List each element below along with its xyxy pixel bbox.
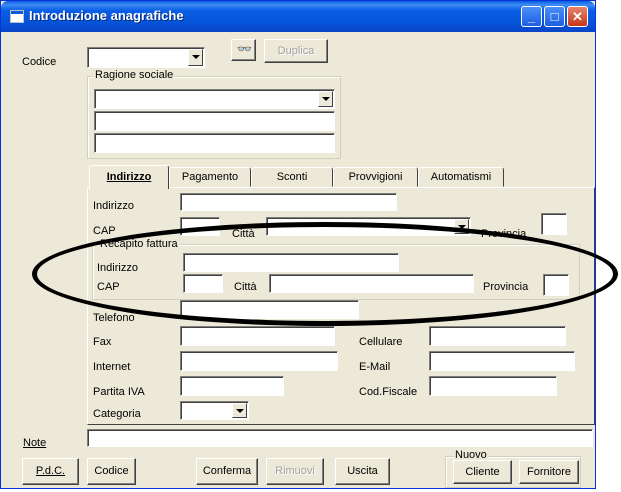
maximize-icon: □ xyxy=(550,9,559,24)
tab-pagamento-label: Pagamento xyxy=(181,171,239,183)
tab-indirizzo[interactable]: Indirizzo xyxy=(89,165,169,189)
recapito-cap-input[interactable] xyxy=(183,274,223,293)
recapito-citta-label: Città xyxy=(234,281,257,293)
categoria-combobox[interactable] xyxy=(180,401,249,420)
partita-iva-label: Partita IVA xyxy=(93,386,145,398)
cap-input[interactable] xyxy=(180,217,220,236)
uscita-button[interactable]: Uscita xyxy=(335,458,390,485)
recapito-indirizzo-input[interactable] xyxy=(183,253,399,272)
duplica-button[interactable]: Duplica xyxy=(264,39,328,63)
tab-pagamento[interactable]: Pagamento xyxy=(169,167,251,187)
window-title: Introduzione anagrafiche xyxy=(29,8,184,23)
close-icon: ✕ xyxy=(572,9,583,24)
email-label: E-Mail xyxy=(359,361,391,373)
codice-combobox[interactable] xyxy=(87,47,205,68)
codice-button[interactable]: Codice xyxy=(87,458,136,485)
ragione-sociale-line2[interactable] xyxy=(94,111,335,131)
provincia-input[interactable] xyxy=(541,213,567,235)
codice-label: Codice xyxy=(22,56,57,68)
pdc-label: P.d.C. xyxy=(35,465,66,477)
ragione-sociale-combobox[interactable] xyxy=(94,89,335,109)
cod-fiscale-input[interactable] xyxy=(429,376,557,396)
indirizzo-input[interactable] xyxy=(180,193,397,211)
tab-sconti-label: Sconti xyxy=(276,171,308,183)
recapito-indirizzo-label: Indirizzo xyxy=(97,262,138,274)
fax-input[interactable] xyxy=(180,326,335,346)
search-button[interactable]: 👓 xyxy=(231,39,256,61)
tab-automatismi-label: Automatismi xyxy=(430,171,492,183)
citta-label: Città xyxy=(232,228,255,240)
cellulare-input[interactable] xyxy=(429,326,566,346)
chevron-down-icon[interactable] xyxy=(232,403,247,418)
internet-input[interactable] xyxy=(180,351,338,371)
app-icon xyxy=(10,10,24,23)
note-input[interactable] xyxy=(87,429,593,447)
close-button[interactable]: ✕ xyxy=(567,6,588,27)
ragione-sociale-label: Ragione sociale xyxy=(94,69,175,81)
chevron-down-icon[interactable] xyxy=(188,49,203,66)
cliente-label: Cliente xyxy=(465,466,500,478)
chevron-down-icon[interactable] xyxy=(454,219,469,234)
pdc-button[interactable]: P.d.C. xyxy=(22,458,79,485)
email-input[interactable] xyxy=(429,351,575,371)
recapito-provincia-input[interactable] xyxy=(543,274,569,296)
tab-sconti[interactable]: Sconti xyxy=(251,167,333,187)
rimuovi-label: Rimuovi xyxy=(275,465,315,477)
cellulare-label: Cellulare xyxy=(359,336,403,348)
duplica-text: Duplica xyxy=(277,45,315,57)
tab-automatismi[interactable]: Automatismi xyxy=(418,167,504,187)
categoria-label: Categoria xyxy=(93,408,141,420)
conferma-label: Conferma xyxy=(202,465,252,477)
cod-fiscale-label: Cod.Fiscale xyxy=(359,386,418,398)
indirizzo-label: Indirizzo xyxy=(93,200,134,212)
title-bar[interactable]: Introduzione anagrafiche _ □ ✕ xyxy=(1,1,595,32)
fax-label: Fax xyxy=(93,336,112,348)
recapito-cap-label: CAP xyxy=(97,281,120,293)
tab-provvigioni[interactable]: Provvigioni xyxy=(333,167,418,187)
rimuovi-button[interactable]: Rimuovi xyxy=(266,458,324,485)
minimize-icon: _ xyxy=(527,9,536,24)
fornitore-button[interactable]: Fornitore xyxy=(519,460,579,484)
tab-indirizzo-label: Indirizzo xyxy=(106,171,152,183)
chevron-down-icon[interactable] xyxy=(318,91,333,107)
conferma-button[interactable]: Conferma xyxy=(196,458,258,485)
internet-label: Internet xyxy=(93,361,131,373)
tab-provvigioni-label: Provvigioni xyxy=(348,171,403,183)
ragione-sociale-line3[interactable] xyxy=(94,133,335,153)
codice-button-label: Codice xyxy=(94,465,129,477)
binoculars-icon: 👓 xyxy=(237,42,252,56)
main-window: Introduzione anagrafiche _ □ ✕ Codice 👓 … xyxy=(0,0,596,489)
citta-combobox[interactable] xyxy=(266,217,471,236)
telefono-label: Telefono xyxy=(93,312,135,324)
uscita-label: Uscita xyxy=(347,465,378,477)
note-label: Note xyxy=(23,437,47,449)
recapito-fattura-label: Recapito fattura xyxy=(99,238,179,250)
partita-iva-input[interactable] xyxy=(180,376,284,396)
cliente-button[interactable]: Cliente xyxy=(453,460,512,484)
fornitore-label: Fornitore xyxy=(526,466,572,478)
recapito-provincia-label: Provincia xyxy=(483,281,529,293)
ragione-sociale-group: Ragione sociale xyxy=(87,69,341,159)
cap-label: CAP xyxy=(93,225,116,237)
provincia-label: Provincia xyxy=(481,228,527,240)
minimize-button[interactable]: _ xyxy=(521,6,542,27)
recapito-citta-input[interactable] xyxy=(269,274,474,293)
maximize-button[interactable]: □ xyxy=(544,6,565,27)
telefono-input[interactable] xyxy=(180,300,359,319)
